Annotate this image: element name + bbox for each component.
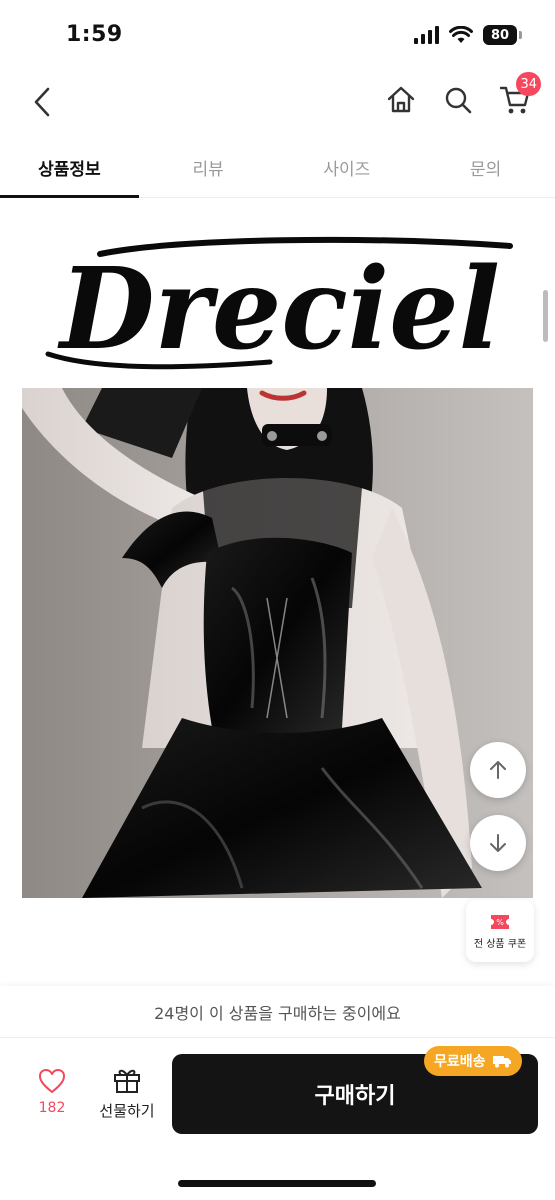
brand-logo: Dreciel [45,236,513,375]
buying-now-notice: 24명이 이 상품을 구매하는 중이에요 [0,986,555,1038]
home-icon [387,86,415,113]
buy-button-label: 구매하기 [314,1084,396,1109]
arrow-up-icon [490,761,506,779]
wifi-icon [449,26,473,43]
home-button[interactable] [383,82,419,118]
back-button[interactable] [24,80,60,124]
tab-inquiry[interactable]: 문의 [416,138,555,197]
heart-icon [39,1069,65,1093]
search-icon [445,87,472,114]
scroll-up-button[interactable] [470,742,526,798]
like-button[interactable]: 182 [24,1068,80,1132]
coupon-icon: % [491,914,509,929]
gift-icon [114,1069,140,1093]
status-bar: 1:59 80 [0,0,555,74]
tab-product-info[interactable]: 상품정보 [0,138,139,198]
free-shipping-label: 무료배송 [434,1054,486,1070]
scroll-down-button[interactable] [470,815,526,871]
cart-button[interactable]: 34 [497,72,541,118]
truck-icon [492,1056,511,1068]
search-button[interactable] [440,82,476,118]
like-count: 182 [38,1100,66,1116]
svg-text:%: % [496,918,504,927]
cellular-signal-icon [414,26,439,44]
scrollbar[interactable] [543,290,548,342]
top-navigation: 34 [0,72,555,134]
product-tabs: 상품정보 리뷰 사이즈 문의 [0,138,555,198]
cart-count-badge: 34 [516,72,541,96]
product-image[interactable] [22,388,533,898]
gift-label: 선물하기 [99,1102,155,1120]
chevron-left-icon [34,87,50,117]
arrow-down-icon [490,834,506,852]
tab-size[interactable]: 사이즈 [278,138,417,197]
free-shipping-badge: 무료배송 [424,1046,522,1076]
status-time: 1:59 [66,22,123,47]
battery-indicator: 80 [483,25,522,45]
status-icons: 80 [414,25,522,45]
gift-button[interactable]: 선물하기 [90,1066,164,1130]
product-photo [22,388,482,898]
tab-reviews[interactable]: 리뷰 [139,138,278,197]
battery-level: 80 [490,27,510,43]
all-products-coupon-button[interactable]: % 전 상품 쿠폰 [466,900,534,962]
home-indicator[interactable] [178,1180,376,1187]
brand-logo-text: Dreciel [57,244,500,375]
coupon-label: 전 상품 쿠폰 [473,938,527,950]
bottom-purchase-bar: 24명이 이 상품을 구매하는 중이에요 182 선물하기 구매하기 [0,986,555,1200]
